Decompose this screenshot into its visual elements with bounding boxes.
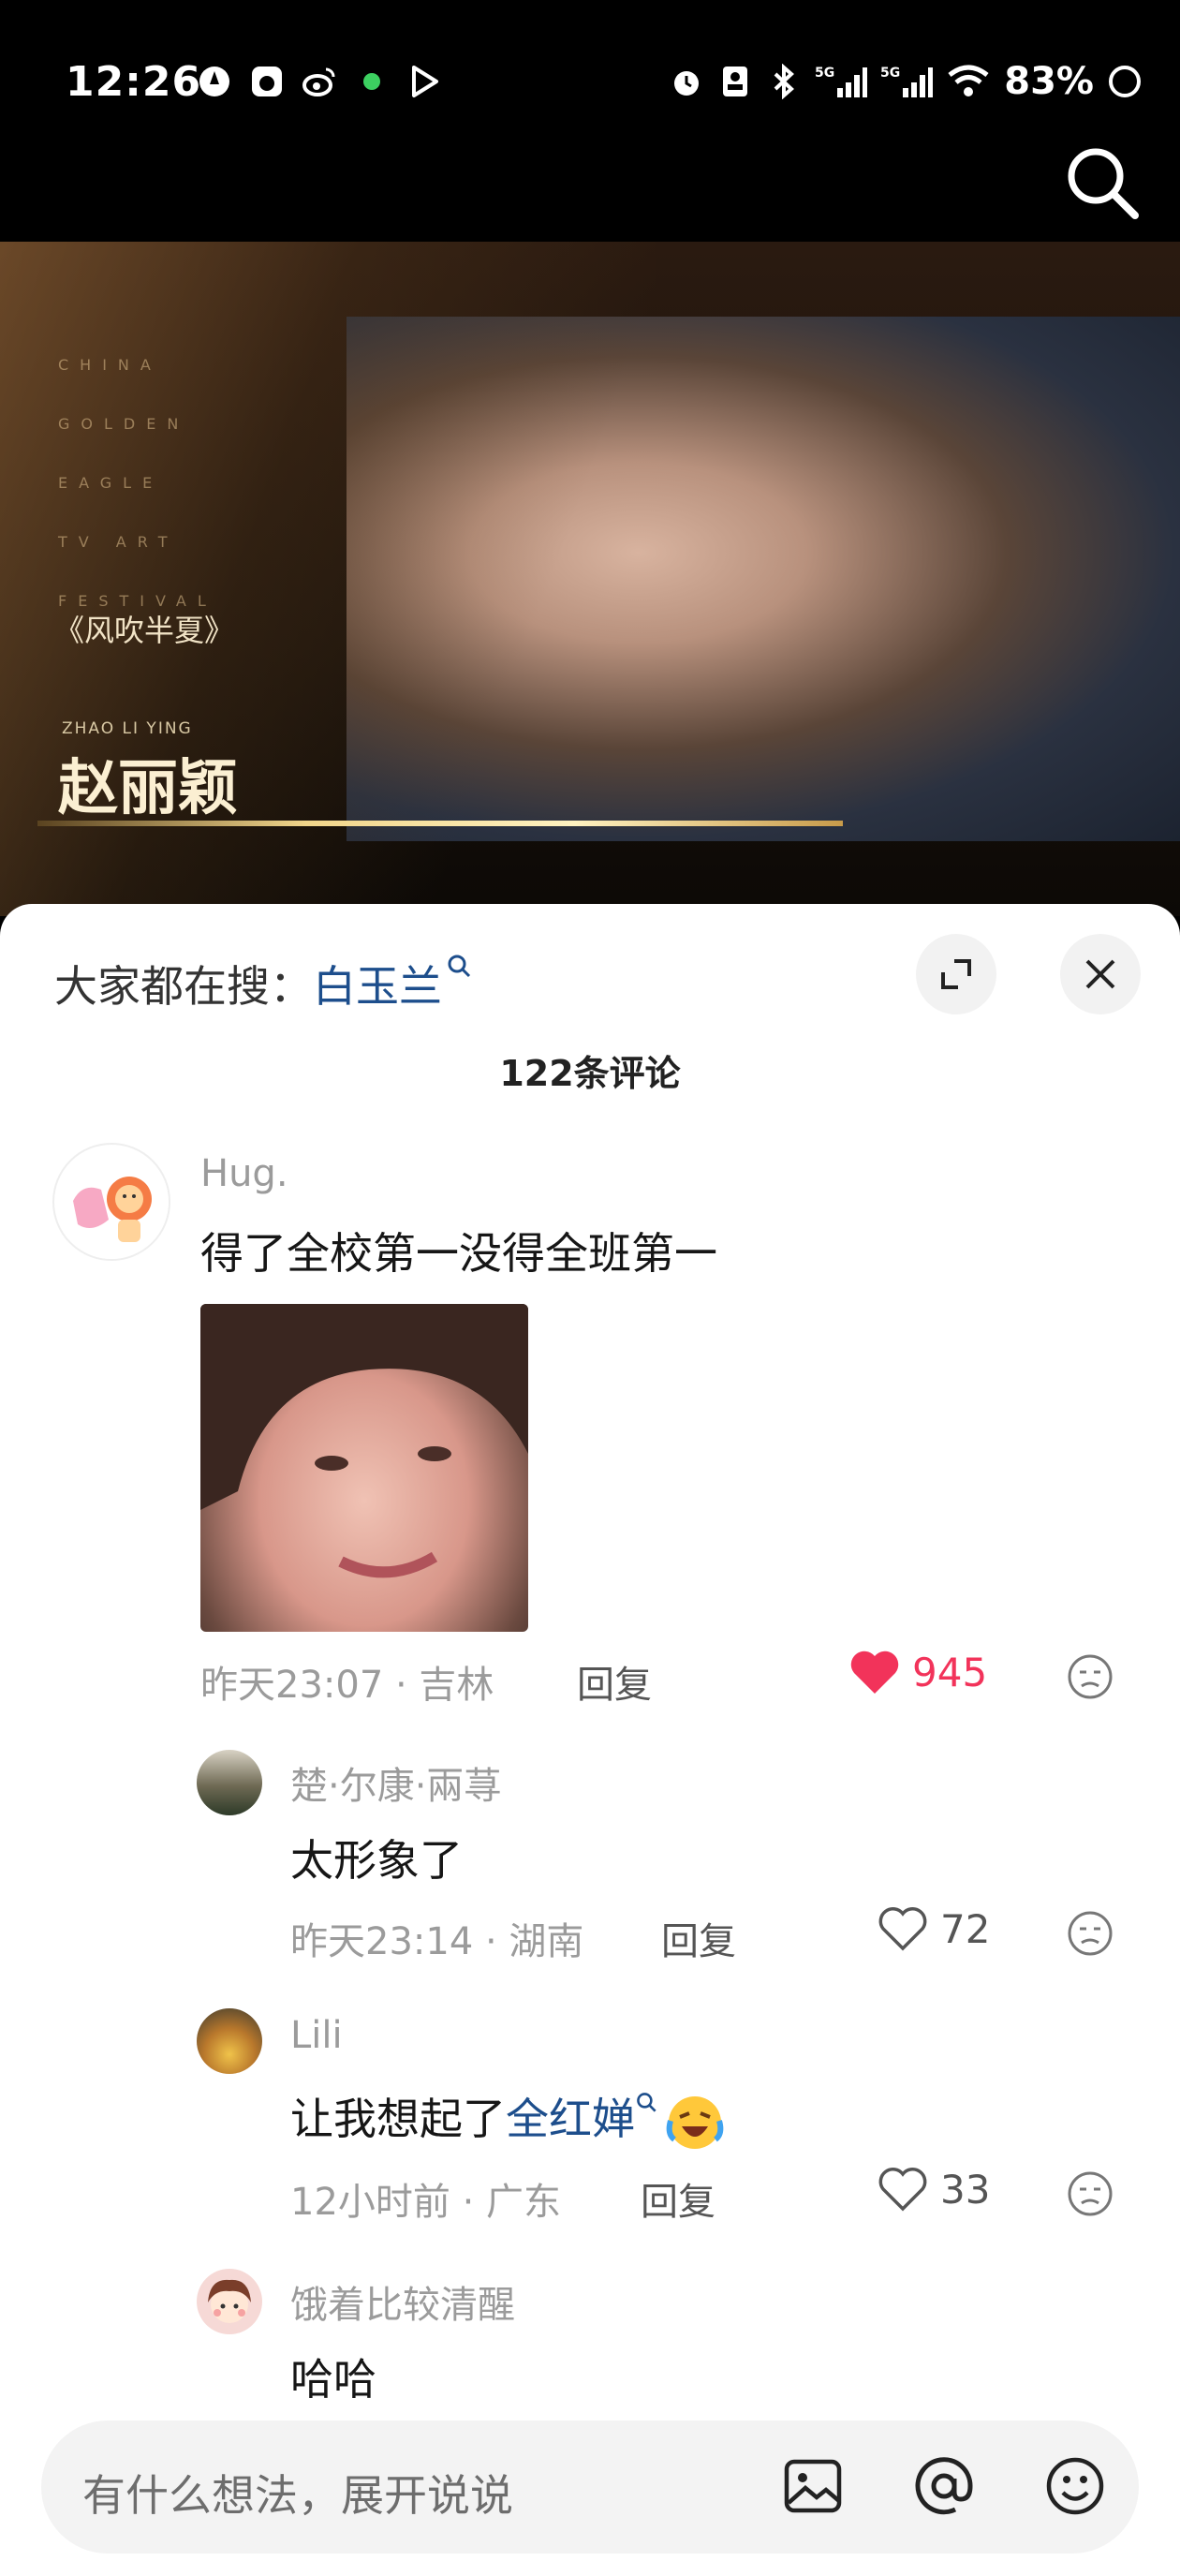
weibo-icon [302,67,335,96]
comment-text-prefix: 让我想起了 [290,2094,506,2144]
avatar[interactable] [197,2008,262,2074]
video-player[interactable]: CHINA GOLDEN EAGLE TV ART FESTIVAL 《风吹半夏… [0,242,1180,916]
image-icon[interactable] [777,2450,848,2522]
comment-input-placeholder[interactable]: 有什么想法，展开说说 [82,2462,513,2524]
comment-text: 得了全校第一没得全班第一 [200,1228,717,1279]
comment-time-location: 12小时前 · 广东 [290,2181,562,2224]
like-count: 945 [912,1649,988,1695]
face-photo [200,1304,528,1578]
bluetooth-icon [774,64,795,99]
comment-time-location: 昨天23:07 · 吉林 [200,1664,494,1707]
comment-time-location: 昨天23:14 · 湖南 [290,1920,584,1963]
trending-term-link[interactable]: 白玉兰 [313,961,442,1012]
comment-username[interactable]: Hug. [200,1152,288,1195]
play-app-icon [412,66,438,97]
comment-count: 122条评论 [499,1053,681,1094]
avatar[interactable] [52,1143,170,1261]
heart-filled-icon [850,1651,899,1694]
app-notification-icon [199,67,229,96]
signal-5g-icon: 5G [815,66,868,97]
contact-icon [723,67,748,96]
alarm-icon [674,71,700,96]
wifi-icon [948,65,989,96]
comment-text: 让我想起了全红婵 [290,2085,725,2153]
reply-button[interactable]: 回复 [577,1654,652,1709]
like-count: 33 [940,2166,991,2213]
reply-button[interactable]: 回复 [661,1911,736,1965]
expand-button[interactable] [916,934,996,1014]
like-button[interactable]: 72 [877,1905,990,1952]
camera-app-icon [252,67,282,96]
comment-username[interactable]: Lili [290,2014,343,2057]
svg-text:5G: 5G [880,66,900,81]
comment-username[interactable]: 楚·尔康·兩荨 [290,1755,501,1810]
status-time: 12:26 [66,58,202,106]
search-icon[interactable] [1062,142,1144,225]
close-icon [1085,959,1115,989]
comment-text: 太形象了 [290,1835,463,1886]
dislike-icon[interactable] [1066,1652,1114,1701]
comment-sticker-image[interactable] [200,1304,528,1632]
crying-laugh-emoji-icon [666,2095,724,2149]
actor-name-cn: 赵丽颖 [58,753,238,823]
signal-5g-icon-2: 5G [880,66,934,97]
reply-button[interactable]: 回复 [641,2171,715,2226]
heart-outline-icon [878,1907,927,1951]
trending-search: 大家都在搜：白玉兰 [54,953,474,1014]
close-button[interactable] [1060,934,1141,1014]
avatar[interactable] [197,2269,262,2334]
heart-outline-icon [878,2168,927,2212]
like-button[interactable]: 33 [877,2166,990,2213]
comment-username[interactable]: 饿着比较清醒 [290,2274,515,2329]
actor-name-en: ZHAO LI YING [62,719,193,738]
status-bar: 12:26 5G 5G 83% [0,0,1180,219]
show-title: 《风吹半夏》 [54,613,235,648]
mention-icon[interactable] [908,2450,980,2522]
system-icons: 5G 5G 83% [669,60,1143,103]
mention-link[interactable]: 全红婵 [506,2094,635,2144]
gold-divider [37,821,843,826]
notification-icons [197,64,442,99]
green-dot-icon [363,73,380,90]
lion-avatar-icon [57,1147,169,1259]
trending-label: 大家都在搜： [54,961,313,1012]
dislike-icon[interactable] [1066,2169,1114,2218]
festival-text: CHINA GOLDEN EAGLE TV ART FESTIVAL [58,356,217,610]
expand-icon [941,959,971,989]
search-icon [448,955,471,978]
comment-input-bar[interactable]: 有什么想法，展开说说 [41,2421,1139,2554]
battery-ring-icon [1109,66,1141,97]
comment-sheet: 大家都在搜：白玉兰 122条评论 [0,904,1180,2576]
girl-avatar-icon [208,2279,251,2323]
avatar[interactable] [197,1750,262,1815]
like-button[interactable]: 945 [848,1649,987,1695]
emoji-icon[interactable] [1040,2450,1111,2522]
battery-percent: 83% [1004,60,1094,103]
svg-text:5G: 5G [815,66,834,81]
like-count: 72 [940,1905,991,1952]
comment-text: 哈哈 [290,2354,376,2405]
search-icon [637,2093,656,2112]
dislike-icon[interactable] [1066,1909,1114,1958]
